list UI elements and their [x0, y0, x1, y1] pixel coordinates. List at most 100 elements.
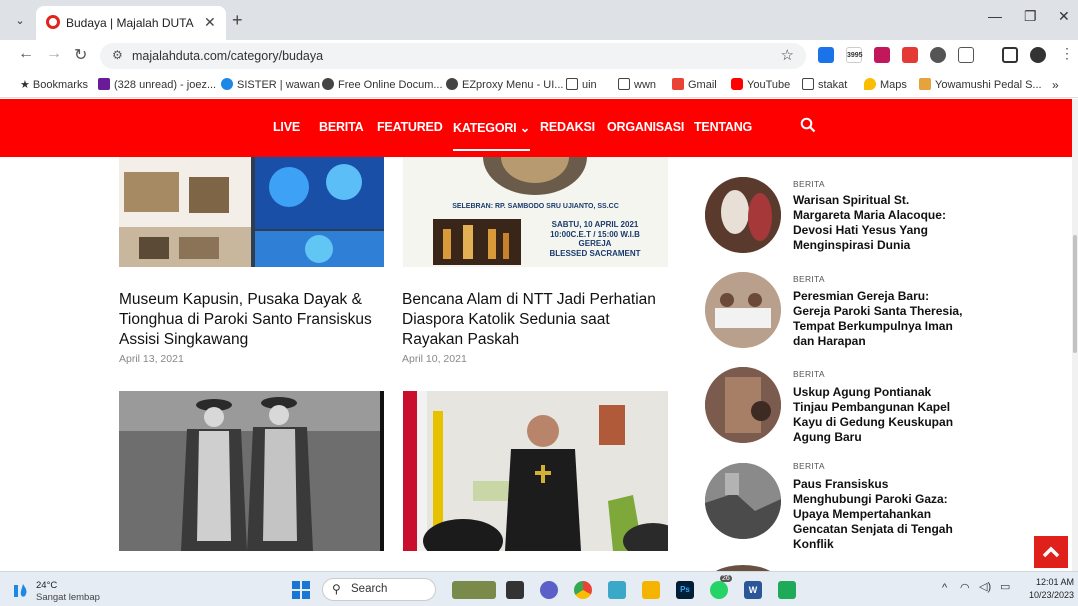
- back-to-top-button[interactable]: [1034, 536, 1068, 568]
- battery-icon[interactable]: ▭: [1000, 580, 1010, 593]
- bookmark-folder[interactable]: stakat: [802, 78, 847, 91]
- bookmark-folder[interactable]: uin: [566, 78, 597, 91]
- restore-icon[interactable]: ❐: [1024, 8, 1037, 25]
- sidebar-thumbnail[interactable]: [705, 177, 781, 253]
- bookmark-star-icon[interactable]: ☆: [781, 46, 794, 64]
- site-nav-bar: LIVE BERITA FEATURED KATEGORI ⌄ REDAKSI …: [0, 99, 1072, 157]
- weather-temperature[interactable]: 24°C: [36, 580, 57, 591]
- task-view-widget-icon[interactable]: [452, 581, 496, 599]
- extension-red-icon[interactable]: [902, 47, 918, 63]
- more-bookmarks-chevron-icon[interactable]: »: [1052, 78, 1059, 92]
- side-panel-icon[interactable]: [1002, 47, 1018, 63]
- word-icon[interactable]: W: [744, 581, 762, 599]
- clock-time[interactable]: 12:01 AM: [1026, 577, 1074, 587]
- bookmark-item[interactable]: EZproxy Menu - UI...: [446, 78, 563, 91]
- sidebar-category[interactable]: BERITA: [793, 369, 825, 379]
- article-image-mass-poster[interactable]: SELEBRAN: RP. SAMBODO SRU UJIANTO, SS.CC…: [403, 157, 668, 267]
- nav-redaksi[interactable]: REDAKSI: [540, 120, 595, 134]
- sidebar-thumbnail[interactable]: [705, 367, 781, 443]
- youtube-icon: [731, 78, 743, 90]
- page-scrollbar[interactable]: [1072, 99, 1078, 571]
- close-tab-icon[interactable]: ✕: [204, 14, 216, 31]
- article-title[interactable]: Museum Kapusin, Pusaka Dayak & Tionghua …: [119, 290, 387, 350]
- extension-shield-icon[interactable]: [818, 47, 834, 63]
- browser-tab-active[interactable]: Budaya | Majalah DUTA ✕: [36, 6, 226, 40]
- wifi-icon[interactable]: ◠: [960, 581, 970, 594]
- photos-app-icon[interactable]: [608, 581, 626, 599]
- bookmark-folder[interactable]: wwn: [618, 78, 656, 91]
- extension-mail-icon[interactable]: [874, 47, 890, 63]
- nav-live[interactable]: LIVE: [273, 120, 300, 134]
- browser-toolbar: ← → ↻ ⚙ majalahduta.com/category/budaya …: [0, 40, 1078, 72]
- site-info-icon[interactable]: ⚙: [112, 48, 123, 62]
- weather-condition[interactable]: Sangat lembap: [36, 592, 100, 603]
- minimize-icon[interactable]: —: [988, 8, 1002, 24]
- yowamushi-icon: [919, 78, 931, 90]
- nav-organisasi[interactable]: ORGANISASI: [607, 120, 684, 134]
- bookmark-item[interactable]: YouTube: [731, 78, 790, 91]
- scrollbar-thumb[interactable]: [1073, 235, 1077, 353]
- bookmark-item[interactable]: Maps: [864, 78, 907, 91]
- sidebar-article-title[interactable]: Peresmian Gereja Baru: Gereja Paroki San…: [793, 289, 963, 349]
- reload-icon[interactable]: ↻: [74, 45, 87, 65]
- chrome-icon[interactable]: [574, 581, 592, 599]
- file-explorer-icon[interactable]: [642, 581, 660, 599]
- gmail-icon: [672, 78, 684, 90]
- article-title[interactable]: Bencana Alam di NTT Jadi Perhatian Diasp…: [402, 290, 670, 350]
- article-image-historic-photo[interactable]: [119, 391, 384, 551]
- whatsapp-icon[interactable]: 26: [710, 575, 732, 599]
- sidebar-article-title[interactable]: Paus Fransiskus Menghubungi Paroki Gaza:…: [793, 477, 963, 552]
- sidebar-category[interactable]: BERITA: [793, 179, 825, 189]
- article-image-bishop[interactable]: [403, 391, 668, 551]
- sidebar-category[interactable]: BERITA: [793, 461, 825, 471]
- close-window-icon[interactable]: ✕: [1058, 8, 1070, 25]
- show-hidden-icons-chevron[interactable]: ^: [942, 582, 947, 594]
- nav-tentang[interactable]: TENTANG: [694, 120, 752, 134]
- address-bar[interactable]: ⚙ majalahduta.com/category/budaya ☆: [100, 43, 806, 69]
- search-icon: ⚲: [332, 582, 341, 596]
- sidebar-article-title[interactable]: Uskup Agung Pontianak Tinjau Pembangunan…: [793, 385, 963, 445]
- sidebar-category[interactable]: BERITA: [793, 274, 825, 284]
- sidebar-article-title[interactable]: Warisan Spiritual St. Margareta Maria Al…: [793, 193, 963, 253]
- globe-icon: [322, 78, 334, 90]
- green-app-icon[interactable]: [778, 581, 796, 599]
- maps-pin-icon: [864, 78, 876, 90]
- bookmark-item[interactable]: (328 unread) - joez...: [98, 78, 216, 91]
- windows-start-icon[interactable]: [292, 581, 310, 599]
- nav-berita[interactable]: BERITA: [319, 120, 364, 134]
- photoshop-icon[interactable]: Ps: [676, 581, 694, 599]
- yahoo-mail-icon: [98, 78, 110, 90]
- search-icon[interactable]: [800, 117, 816, 133]
- tab-search-button[interactable]: ⌄: [10, 11, 30, 31]
- back-arrow-icon[interactable]: ←: [18, 45, 34, 63]
- article-image-museum[interactable]: [119, 157, 384, 267]
- extension-circle-icon[interactable]: [930, 47, 946, 63]
- weather-icon[interactable]: [12, 581, 30, 599]
- bookmark-item[interactable]: Gmail: [672, 78, 717, 91]
- sidebar-thumbnail[interactable]: [705, 272, 781, 348]
- clock-date[interactable]: 10/23/2023: [1022, 590, 1074, 600]
- chat-icon[interactable]: [540, 581, 558, 599]
- folder-icon: [566, 78, 578, 90]
- taskbar-search-box[interactable]: ⚲ Search: [322, 578, 436, 601]
- bookmark-item[interactable]: Yowamushi Pedal S...: [919, 78, 1042, 91]
- extension-counter-icon[interactable]: 3995: [846, 47, 863, 63]
- nav-featured[interactable]: FEATURED: [377, 120, 443, 134]
- volume-icon[interactable]: ◁): [979, 580, 991, 593]
- nav-kategori[interactable]: KATEGORI ⌄: [453, 120, 530, 151]
- site-favicon-icon: [46, 15, 60, 29]
- extensions-puzzle-icon[interactable]: [958, 47, 974, 63]
- task-view-icon[interactable]: [506, 581, 524, 599]
- sidebar-thumbnail[interactable]: [705, 463, 781, 539]
- folder-icon: [802, 78, 814, 90]
- bookmark-item[interactable]: SISTER | wawan: [221, 78, 320, 91]
- profile-avatar-icon[interactable]: [1030, 47, 1046, 63]
- menu-kebab-icon[interactable]: ⋮: [1060, 45, 1074, 62]
- new-tab-button[interactable]: +: [232, 10, 243, 31]
- bookmark-item[interactable]: ★ Bookmarks: [20, 78, 88, 91]
- browser-tab-strip: ⌄ Budaya | Majalah DUTA ✕ + — ❐ ✕: [0, 0, 1078, 40]
- poster-schedule: SABTU, 10 APRIL 2021 10:00C.E.T / 15:00 …: [525, 220, 665, 258]
- article-date: April 10, 2021: [402, 353, 467, 365]
- bookmark-item[interactable]: Free Online Docum...: [322, 78, 443, 91]
- forward-arrow-icon[interactable]: →: [46, 45, 62, 63]
